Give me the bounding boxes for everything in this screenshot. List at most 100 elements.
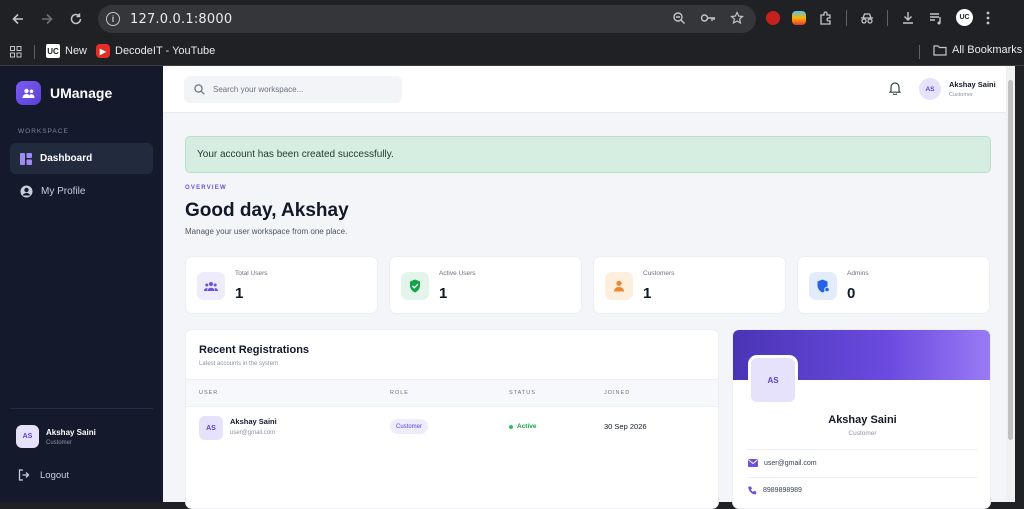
stat-label: Active Users xyxy=(439,270,476,277)
main-content: AS Akshay Saini Customer Your account ha… xyxy=(163,66,1015,509)
page-subtitle: Manage your user workspace from one plac… xyxy=(185,227,348,236)
bookmark-label: DecodeIT - YouTube xyxy=(115,45,216,57)
page-title: Good day, Akshay xyxy=(185,200,349,221)
kebab-menu-icon[interactable] xyxy=(985,10,991,26)
success-alert: Your account has been created successful… xyxy=(185,136,991,173)
sidebar: UManage WORKSPACE Dashboard My Profile A… xyxy=(0,66,163,502)
notification-button[interactable] xyxy=(888,81,902,100)
topbar: AS Akshay Saini Customer xyxy=(163,66,1015,113)
search-input[interactable] xyxy=(213,85,393,94)
topbar-user-name: Akshay Saini xyxy=(949,80,996,89)
page-scrollbar[interactable] xyxy=(1006,66,1015,502)
reload-button[interactable] xyxy=(62,5,90,33)
role-badge: Customer xyxy=(390,419,429,434)
row-user-name: Akshay Saini xyxy=(230,417,277,426)
users-icon xyxy=(197,272,225,300)
reload-icon xyxy=(70,13,82,25)
youtube-icon: ▶ xyxy=(96,44,110,58)
status-text: Active xyxy=(517,423,537,430)
table-row[interactable]: AS Akshay Saini user@gmail.com Customer … xyxy=(186,407,718,449)
stat-label: Total Users xyxy=(235,270,268,277)
profile-name: Akshay Saini xyxy=(828,414,897,426)
stat-card-total-users: Total Users 1 xyxy=(185,256,378,314)
logout-button[interactable]: Logout xyxy=(18,469,69,481)
sidebar-item-my-profile[interactable]: My Profile xyxy=(10,176,153,207)
stat-label: Admins xyxy=(847,270,869,277)
search-icon xyxy=(194,84,205,95)
profile-avatar-icon[interactable]: UC xyxy=(956,9,973,26)
profile-email: user@gmail.com xyxy=(748,459,817,467)
row-joined-date: 30 Sep 2026 xyxy=(604,422,647,431)
browser-toolbar: i 127.0.0.1:8000 UC xyxy=(0,0,1024,38)
forward-button[interactable] xyxy=(33,5,61,33)
site-info-icon[interactable]: i xyxy=(106,12,120,26)
divider xyxy=(747,477,977,478)
bookmark-new[interactable]: UC New xyxy=(46,44,87,58)
status-dot-icon xyxy=(509,424,513,429)
star-icon[interactable] xyxy=(730,11,744,25)
profile-role: Customer xyxy=(848,430,877,437)
profile-phone-text: 8989898989 xyxy=(763,487,802,494)
topbar-user-role: Customer xyxy=(949,92,973,98)
uc-icon: UC xyxy=(46,44,60,58)
brand[interactable]: UManage xyxy=(16,81,112,105)
zoom-icon[interactable] xyxy=(672,11,686,25)
logout-icon xyxy=(18,469,30,481)
app: UManage WORKSPACE Dashboard My Profile A… xyxy=(0,66,1024,509)
color-extension-icon[interactable] xyxy=(792,10,806,25)
puzzle-extensions-icon[interactable] xyxy=(818,10,834,26)
row-user-email: user@gmail.com xyxy=(230,430,276,436)
bell-icon xyxy=(888,82,902,96)
stat-value: 1 xyxy=(235,285,244,302)
column-header: ROLE xyxy=(390,390,409,396)
scrollbar-thumb[interactable] xyxy=(1008,80,1013,440)
all-bookmarks-label: All Bookmarks xyxy=(952,44,1023,56)
avatar: AS xyxy=(16,425,39,448)
url-text: 127.0.0.1:8000 xyxy=(130,11,233,27)
incognito-icon[interactable] xyxy=(859,10,875,26)
profile-phone: 8989898989 xyxy=(748,486,802,495)
sidebar-user-role: Customer xyxy=(46,439,73,446)
column-header: JOINED xyxy=(604,390,631,396)
card-title: Recent Registrations xyxy=(199,344,310,356)
sidebar-item-label: Dashboard xyxy=(40,153,93,164)
sidebar-item-label: My Profile xyxy=(41,186,86,197)
media-queue-icon[interactable] xyxy=(928,10,944,26)
avatar: AS xyxy=(748,355,798,405)
profile-card: AS Akshay Saini Customer user@gmail.com … xyxy=(732,329,991,509)
apps-grid-icon[interactable] xyxy=(10,46,22,58)
address-bar[interactable]: i 127.0.0.1:8000 xyxy=(98,5,756,33)
table-header: USER ROLE STATUS JOINED xyxy=(186,379,718,407)
shield-check-icon xyxy=(401,272,429,300)
brand-name: UManage xyxy=(50,85,113,101)
stat-card-active-users: Active Users 1 xyxy=(389,256,582,314)
download-icon[interactable] xyxy=(900,10,916,26)
admin-shield-icon xyxy=(809,272,837,300)
arrow-right-icon xyxy=(42,13,53,25)
card-subtitle: Latest accounts in the system xyxy=(199,361,279,367)
sidebar-user: AS Akshay Saini Customer xyxy=(16,425,96,448)
ublock-extension-icon[interactable] xyxy=(766,10,780,25)
folder-icon xyxy=(933,45,947,56)
arrow-left-icon xyxy=(12,13,23,25)
sidebar-user-name: Akshay Saini xyxy=(46,427,96,437)
stat-label: Customers xyxy=(643,270,675,277)
all-bookmarks[interactable]: All Bookmarks xyxy=(933,44,1022,56)
logout-label: Logout xyxy=(40,469,70,481)
key-icon[interactable] xyxy=(700,11,716,25)
search-box[interactable] xyxy=(184,76,402,103)
stat-card-customers: Customers 1 xyxy=(593,256,786,314)
mail-icon xyxy=(748,459,758,467)
topbar-user[interactable]: AS Akshay Saini Customer xyxy=(919,78,996,100)
bookmark-decodeit-youtube[interactable]: ▶ DecodeIT - YouTube xyxy=(96,44,215,58)
sidebar-item-dashboard[interactable]: Dashboard xyxy=(10,143,153,174)
section-overline: OVERVIEW xyxy=(185,185,227,191)
back-button[interactable] xyxy=(4,5,32,33)
user-circle-icon xyxy=(20,185,33,198)
stat-card-admins: Admins 0 xyxy=(797,256,990,314)
stat-value: 0 xyxy=(847,285,856,302)
phone-icon xyxy=(748,486,757,495)
person-icon xyxy=(605,272,633,300)
workspace-label: WORKSPACE xyxy=(18,128,69,135)
avatar: AS xyxy=(919,78,941,100)
